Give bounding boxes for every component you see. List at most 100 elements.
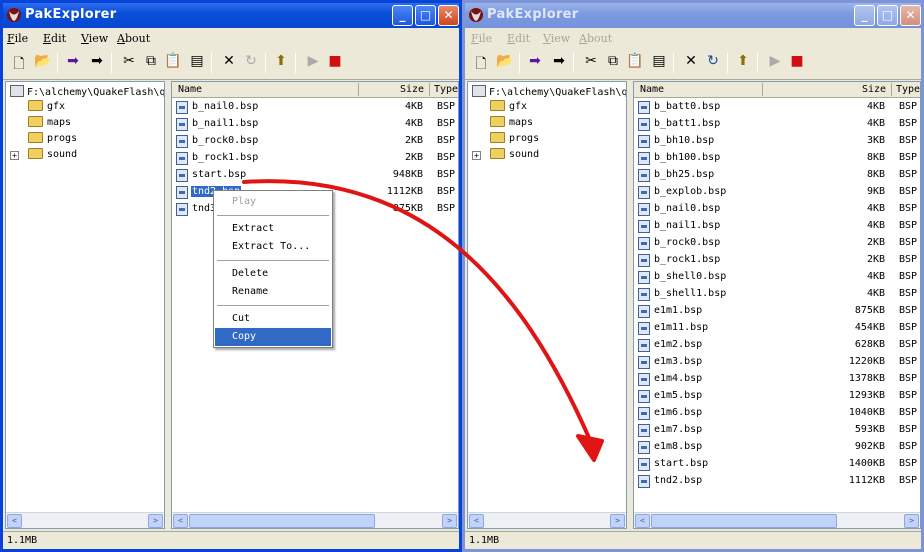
tree-folder-progs[interactable]: progs [28, 132, 77, 144]
menu-file[interactable]: File [471, 32, 492, 45]
stop-icon[interactable]: ■ [325, 53, 345, 73]
table-row[interactable]: e1m8.bsp 902KB BSP [634, 439, 920, 456]
table-row[interactable]: e1m11.bsp 454KB BSP [634, 320, 920, 337]
new-icon[interactable]: 🗋 [9, 53, 29, 73]
menu-edit[interactable]: Edit [507, 32, 530, 45]
menu-about[interactable]: About [117, 32, 150, 45]
tree-folder-sound[interactable]: sound [28, 148, 77, 160]
copy-icon[interactable]: ⧉ [141, 53, 161, 73]
table-row[interactable]: e1m5.bsp 1293KB BSP [634, 388, 920, 405]
tree-horizontal-scrollbar[interactable]: < > [468, 512, 626, 528]
maximize-button[interactable]: □ [415, 5, 436, 26]
folder-tree[interactable]: F:\alchemy\QuakeFlash\q gfx maps progs +… [5, 81, 165, 529]
table-row[interactable]: b_nail0.bsp 4KB BSP [172, 99, 458, 116]
column-header-type[interactable]: Type [434, 84, 458, 95]
context-item-cut[interactable]: Cut [215, 310, 331, 328]
scroll-right-icon[interactable]: > [904, 514, 919, 528]
table-row[interactable]: b_nail1.bsp 4KB BSP [634, 218, 920, 235]
scroll-thumb[interactable] [651, 514, 837, 528]
open-icon[interactable]: 📂 [33, 53, 53, 73]
table-row[interactable]: b_shell0.bsp 4KB BSP [634, 269, 920, 286]
table-row[interactable]: b_rock1.bsp 2KB BSP [172, 150, 458, 167]
folder-tree[interactable]: F:\alchemy\QuakeFlash\q gfx maps progs +… [467, 81, 627, 529]
delete-icon[interactable]: ✕ [681, 53, 701, 73]
cut-icon[interactable]: ✂ [119, 53, 139, 73]
close-button[interactable]: ✕ [438, 5, 459, 26]
menu-file[interactable]: File [7, 32, 28, 45]
forward-arrow-icon[interactable]: ➡ [87, 53, 107, 73]
scroll-right-icon[interactable]: > [148, 514, 163, 528]
column-header-size[interactable]: Size [400, 84, 424, 95]
menu-view[interactable]: View [81, 32, 108, 45]
back-arrow-icon[interactable]: ➡ [525, 53, 545, 73]
play-icon[interactable]: ▶ [303, 53, 323, 73]
menu-edit[interactable]: Edit [43, 32, 66, 45]
menu-view[interactable]: View [543, 32, 570, 45]
column-header-name[interactable]: Name [178, 84, 202, 95]
table-row[interactable]: e1m4.bsp 1378KB BSP [634, 371, 920, 388]
table-row[interactable]: b_rock1.bsp 2KB BSP [634, 252, 920, 269]
tree-folder-gfx[interactable]: gfx [490, 100, 527, 112]
table-row[interactable]: b_batt1.bsp 4KB BSP [634, 116, 920, 133]
scroll-thumb[interactable] [189, 514, 375, 528]
context-item-rename[interactable]: Rename [215, 283, 331, 301]
table-row[interactable]: b_batt0.bsp 4KB BSP [634, 99, 920, 116]
context-item-delete[interactable]: Delete [215, 265, 331, 283]
scroll-right-icon[interactable]: > [442, 514, 457, 528]
scroll-left-icon[interactable]: < [173, 514, 188, 528]
table-row[interactable]: e1m7.bsp 593KB BSP [634, 422, 920, 439]
table-row[interactable]: b_bh100.bsp 8KB BSP [634, 150, 920, 167]
tree-root[interactable]: F:\alchemy\QuakeFlash\q [10, 85, 164, 98]
properties-icon[interactable]: ▤ [649, 53, 669, 73]
stop-icon[interactable]: ■ [787, 53, 807, 73]
tree-folder-sound[interactable]: sound [490, 148, 539, 160]
header-divider[interactable] [358, 83, 359, 96]
title-bar[interactable]: PakExplorer _ □ ✕ [3, 3, 459, 28]
paste-icon[interactable]: 📋 [625, 53, 645, 73]
expand-plus-icon[interactable]: + [472, 151, 481, 160]
close-button[interactable]: ✕ [900, 5, 921, 26]
table-row[interactable]: e1m3.bsp 1220KB BSP [634, 354, 920, 371]
table-row[interactable]: b_rock0.bsp 2KB BSP [634, 235, 920, 252]
header-divider[interactable] [762, 83, 763, 96]
file-list[interactable]: Name Size Type b_batt0.bsp 4KB BSP b_batt1.… [633, 81, 921, 529]
scroll-left-icon[interactable]: < [469, 514, 484, 528]
properties-icon[interactable]: ▤ [187, 53, 207, 73]
copy-icon[interactable]: ⧉ [603, 53, 623, 73]
forward-arrow-icon[interactable]: ➡ [549, 53, 569, 73]
tree-root[interactable]: F:\alchemy\QuakeFlash\q [472, 85, 626, 98]
column-header-name[interactable]: Name [640, 84, 664, 95]
table-row[interactable]: b_bh10.bsp 3KB BSP [634, 133, 920, 150]
tree-folder-gfx[interactable]: gfx [28, 100, 65, 112]
column-header-type[interactable]: Type [896, 84, 920, 95]
up-folder-icon[interactable]: ⬆ [733, 53, 753, 73]
table-row[interactable]: b_nail1.bsp 4KB BSP [172, 116, 458, 133]
table-row[interactable]: e1m1.bsp 875KB BSP [634, 303, 920, 320]
scroll-left-icon[interactable]: < [635, 514, 650, 528]
play-icon[interactable]: ▶ [765, 53, 785, 73]
expand-plus-icon[interactable]: + [10, 151, 19, 160]
table-row[interactable]: tnd2.bsp 1112KB BSP [634, 473, 920, 490]
context-item-extract[interactable]: Extract [215, 220, 331, 238]
tree-folder-progs[interactable]: progs [490, 132, 539, 144]
table-row[interactable]: e1m2.bsp 628KB BSP [634, 337, 920, 354]
minimize-button[interactable]: _ [392, 5, 413, 26]
scroll-left-icon[interactable]: < [7, 514, 22, 528]
table-row[interactable]: b_rock0.bsp 2KB BSP [172, 133, 458, 150]
up-folder-icon[interactable]: ⬆ [271, 53, 291, 73]
column-header-size[interactable]: Size [862, 84, 886, 95]
header-divider[interactable] [429, 83, 430, 96]
table-row[interactable]: start.bsp 948KB BSP [172, 167, 458, 184]
cut-icon[interactable]: ✂ [581, 53, 601, 73]
table-row[interactable]: e1m6.bsp 1040KB BSP [634, 405, 920, 422]
new-icon[interactable]: 🗋 [471, 53, 491, 73]
paste-icon[interactable]: 📋 [163, 53, 183, 73]
tree-horizontal-scrollbar[interactable]: < > [6, 512, 164, 528]
scroll-right-icon[interactable]: > [610, 514, 625, 528]
table-row[interactable]: start.bsp 1400KB BSP [634, 456, 920, 473]
delete-icon[interactable]: ✕ [219, 53, 239, 73]
table-row[interactable]: b_explob.bsp 9KB BSP [634, 184, 920, 201]
refresh-icon[interactable]: ↻ [703, 53, 723, 73]
context-item-play[interactable]: Play [215, 193, 331, 211]
context-item-copy[interactable]: Copy [215, 328, 331, 346]
